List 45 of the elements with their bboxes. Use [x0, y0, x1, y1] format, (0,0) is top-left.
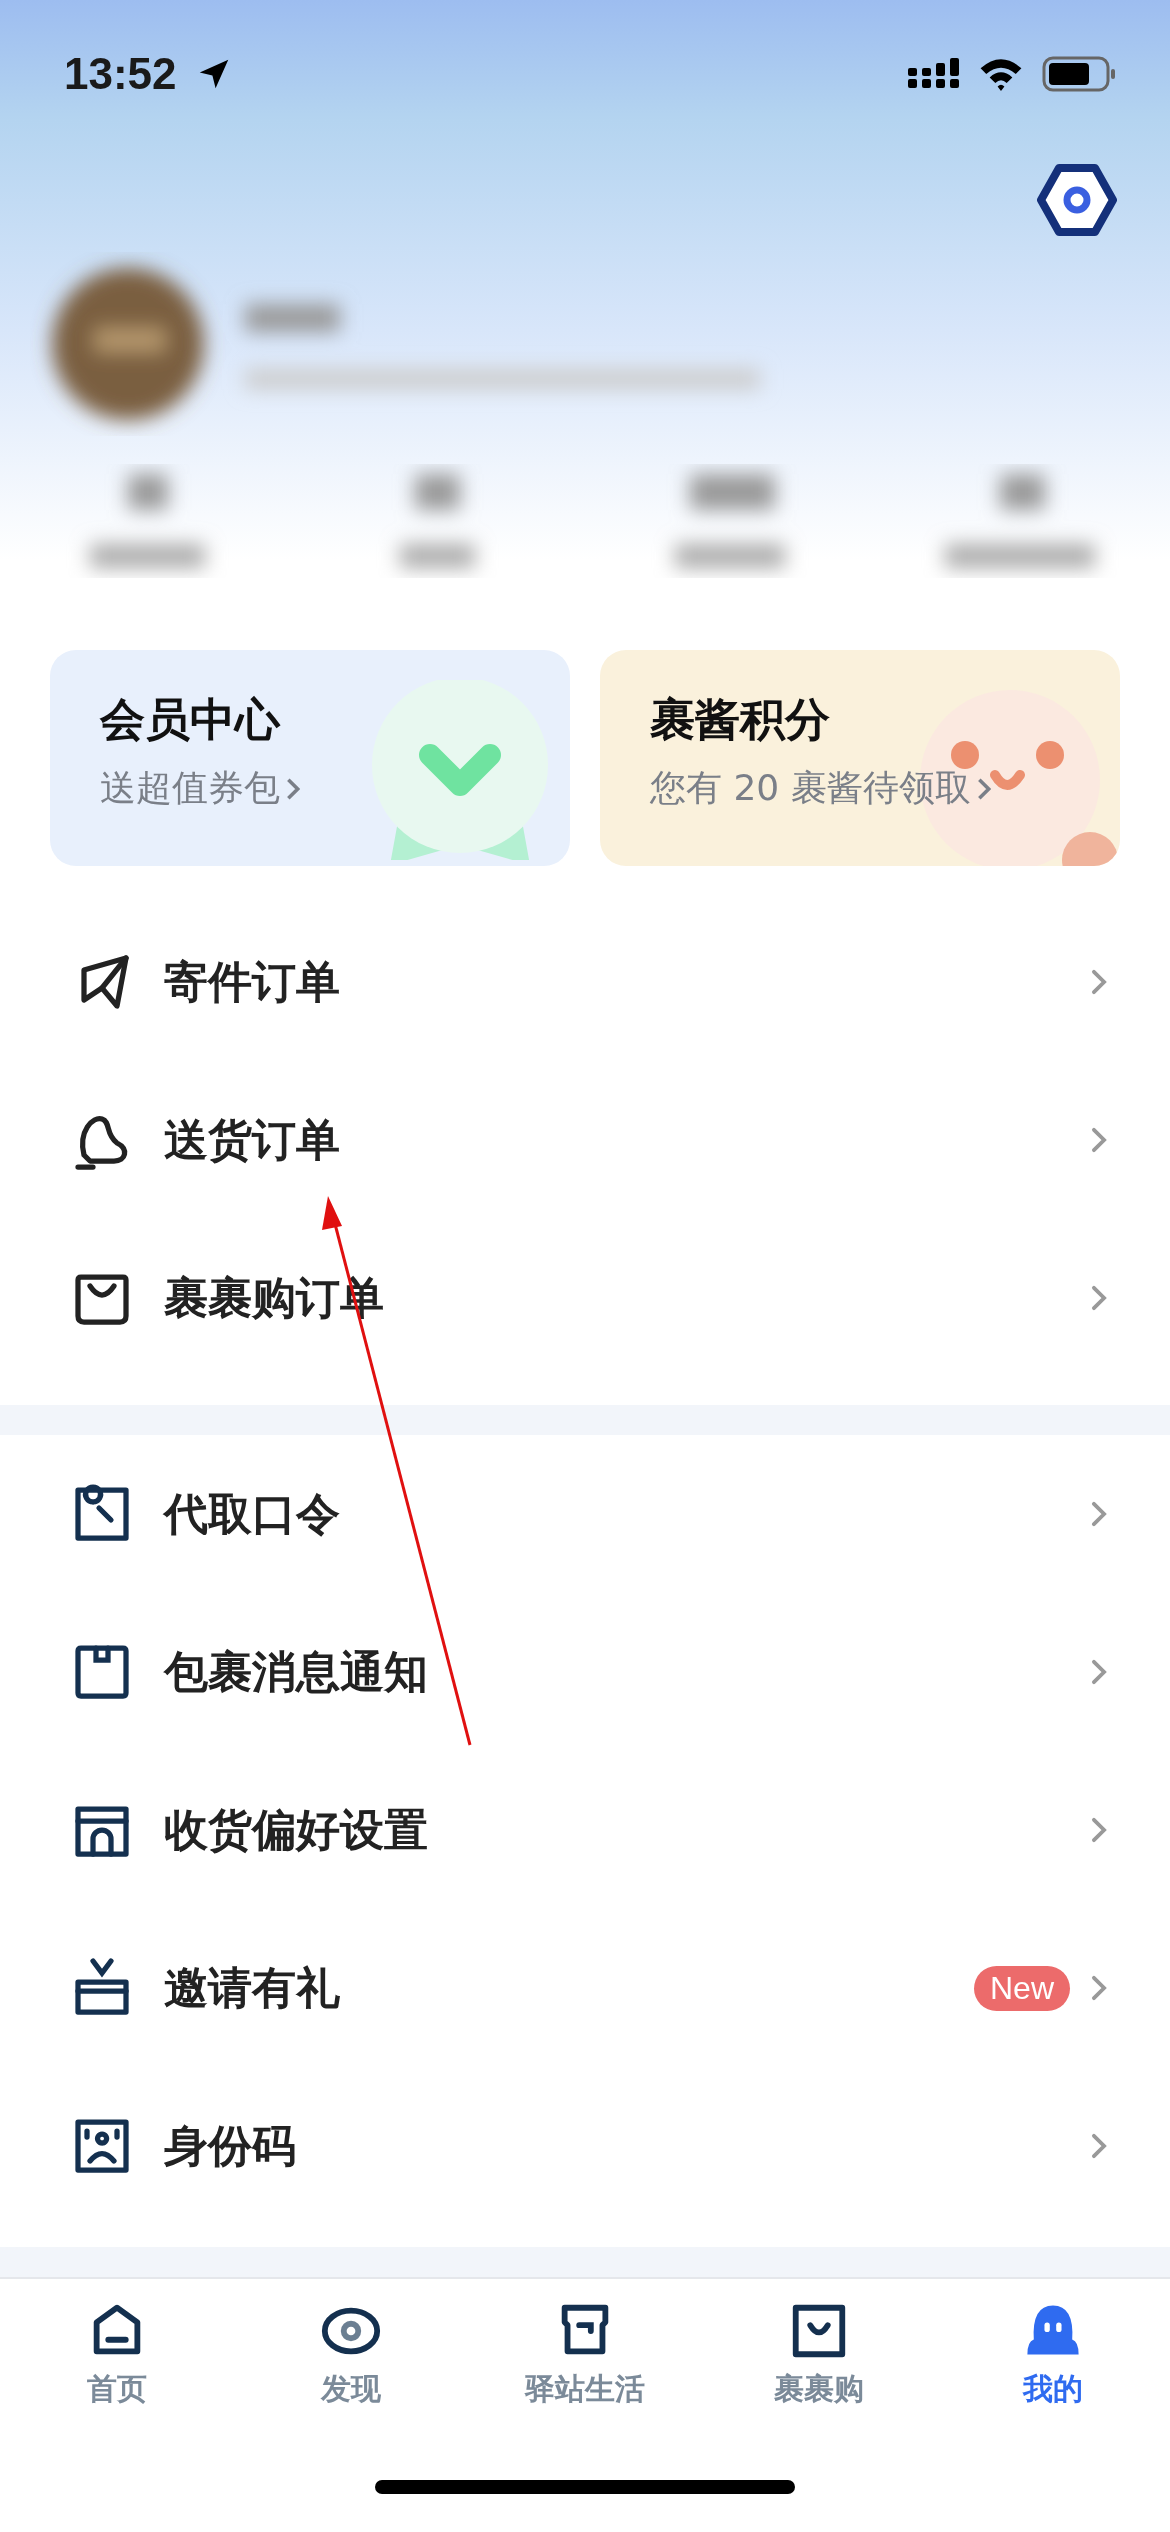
settings-icon[interactable] [1037, 164, 1117, 236]
card-subtitle: 送超值券包 [100, 766, 280, 810]
menu-item-label: 送货订单 [164, 1112, 340, 1167]
menu-item-icon [72, 1484, 132, 1544]
chevron-right-icon [1090, 1974, 1108, 2002]
chevron-right-icon [1090, 1816, 1108, 1844]
menu-row[interactable]: 收货偏好设置 [0, 1751, 1170, 1909]
tab-bar-item[interactable]: 发现 [234, 2299, 468, 2410]
menu-row[interactable]: 包裹消息通知 [0, 1593, 1170, 1751]
wifi-icon [978, 57, 1024, 91]
menu-item-icon [72, 1642, 132, 1702]
menu-item-label: 邀请有礼 [164, 1960, 340, 2015]
menu-item-label: 寄件订单 [164, 954, 340, 1009]
menu-item-label: 包裹消息通知 [164, 1644, 428, 1699]
menu-item-label: 身份码 [164, 2118, 296, 2173]
chevron-right-icon [1090, 1500, 1108, 1528]
tab-bar-item[interactable]: 首页 [0, 2299, 234, 2410]
menu-row[interactable]: 送货订单 [0, 1061, 1170, 1219]
chevron-right-icon [1090, 968, 1108, 996]
battery-icon [1042, 56, 1116, 92]
new-badge: New [974, 1965, 1070, 2011]
menu-row[interactable]: 身份码 [0, 2067, 1170, 2225]
chevron-right-icon [1090, 2132, 1108, 2160]
signal-icon [908, 58, 960, 90]
chevron-right-icon [1090, 1658, 1108, 1686]
menu-row[interactable]: 寄件订单 [0, 903, 1170, 1061]
status-time: 13:52 [64, 49, 177, 99]
menu-row[interactable]: 邀请有礼 New [0, 1909, 1170, 2067]
chevron-right-icon [976, 776, 991, 801]
menu-row[interactable]: 代取口令 [0, 1435, 1170, 1593]
card-subtitle: 您有 20 裹酱待领取 [650, 766, 971, 810]
promo-card[interactable]: 裹酱积分 您有 20 裹酱待领取 [600, 650, 1120, 866]
tab-bar-item[interactable]: 驿站生活 [468, 2299, 702, 2410]
promo-card[interactable]: 会员中心 送超值券包 [50, 650, 570, 866]
menu-item-icon [72, 1958, 132, 2018]
tab-bar-item[interactable]: 我的 [936, 2299, 1170, 2410]
tab-bar-item[interactable]: 裹裹购 [702, 2299, 936, 2410]
menu-item-label: 代取口令 [164, 1486, 340, 1541]
menu-item-icon [72, 2116, 132, 2176]
menu-item-label: 收货偏好设置 [164, 1802, 428, 1857]
card-title: 会员中心 [100, 692, 282, 748]
chevron-right-icon [286, 776, 300, 801]
card-title: 裹酱积分 [650, 692, 831, 748]
chevron-right-icon [1090, 1126, 1108, 1154]
chevron-right-icon [1090, 1284, 1108, 1312]
